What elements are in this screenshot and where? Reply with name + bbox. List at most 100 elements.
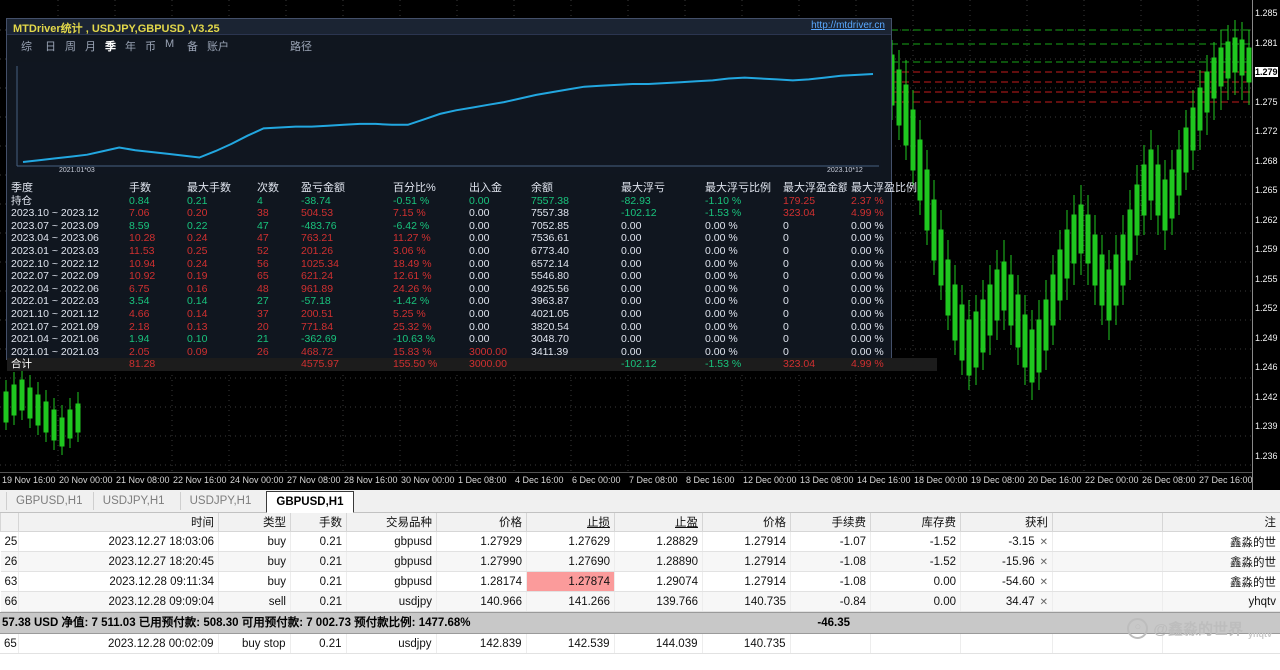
stats-cell: 0.00 %: [851, 219, 884, 232]
stats-col-8[interactable]: 最大浮亏: [617, 182, 701, 195]
table-row[interactable]: 66 2023.12.28 09:09:04 sell 0.21 usdjpy 140.9…: [0, 591, 1280, 612]
mtdriver-stats-panel[interactable]: MTDriver统计 , USDJPY,GBPUSD ,V3.25 http:/…: [6, 18, 937, 371]
stats-col-3[interactable]: 次数: [253, 182, 297, 195]
stats-menu-item-6[interactable]: 币: [145, 38, 156, 54]
terminal-panel[interactable]: GBPUSD,H1 USDJPY,H1 USDJPY,H1 GBPUSD,H1 时间类…: [0, 490, 1280, 670]
pending-orders-body[interactable]: 65 2023.12.28 00:02:09 buy stop 0.21 usdjpy 1…: [0, 634, 1280, 654]
stats-col-5[interactable]: 百分比%: [389, 182, 465, 195]
stats-col-9[interactable]: 最大浮亏比例: [701, 182, 779, 195]
stats-total-cell: [183, 358, 253, 371]
stats-row[interactable]: 2023.10 ~ 2023.12 7.06 0.20 38 504.53 7.15 % 0…: [7, 207, 937, 220]
stats-cell: 0: [783, 232, 789, 245]
trade-cell: 1.27914: [702, 531, 791, 552]
stats-row[interactable]: 2022.04 ~ 2022.06 6.75 0.16 48 961.89 24.26 %…: [7, 283, 937, 296]
stats-menu-item-9[interactable]: 账户: [207, 38, 229, 54]
stats-menu-item-8[interactable]: 备: [187, 38, 198, 54]
trades-col-3[interactable]: 手数: [290, 513, 347, 532]
stats-cell: 4021.05: [531, 307, 569, 320]
stats-col-2[interactable]: 最大手数: [183, 182, 253, 195]
stats-menu-item-3[interactable]: 月: [85, 38, 96, 54]
time-tick: 7 Dec 08:00: [629, 475, 678, 485]
table-row[interactable]: 26 2023.12.27 18:20:45 buy 0.21 gbpusd 1.2799…: [0, 551, 1280, 572]
trades-col-7[interactable]: 止盈: [614, 513, 703, 532]
trades-col-5[interactable]: 价格: [436, 513, 527, 532]
table-row[interactable]: 63 2023.12.28 09:11:34 buy 0.21 gbpusd 1.2817…: [0, 571, 1280, 592]
trades-col-13[interactable]: 注: [1162, 513, 1280, 532]
stats-cell: 24.26 %: [393, 282, 432, 295]
stats-col-11[interactable]: 最大浮盈比例: [847, 182, 937, 195]
stats-cell: 0: [783, 282, 789, 295]
trades-col-1[interactable]: 时间: [18, 513, 219, 532]
stats-row[interactable]: 2023.01 ~ 2023.03 11.53 0.25 52 201.26 3.06 %…: [7, 245, 937, 258]
stats-row[interactable]: 2021.10 ~ 2021.12 4.66 0.14 37 200.51 5.25 % 0…: [7, 308, 937, 321]
trades-table-body[interactable]: 25 2023.12.27 18:03:06 buy 0.21 gbpusd 1.2792…: [0, 531, 1280, 612]
stats-row[interactable]: 2022.07 ~ 2022.09 10.92 0.19 65 621.24 12.61 …: [7, 270, 937, 283]
stats-url-link[interactable]: http://mtdriver.cn: [811, 20, 885, 31]
chart-price-axis[interactable]: 1.285 1.281 1.279 1.275 1.272 1.268 1.265 1.262…: [1252, 0, 1280, 490]
statistics-table[interactable]: 季度 手数 最大手数 次数 盈亏金额 百分比% 出入金 余额 最大浮亏 最大浮亏比例 最大浮盈金额最…: [7, 182, 937, 371]
stats-menu-item-5[interactable]: 年: [125, 38, 136, 54]
stats-cell: 0.00 %: [705, 345, 738, 358]
stats-menu-item-0[interactable]: 综: [21, 38, 32, 54]
price-tick: 1.246: [1255, 362, 1278, 372]
stats-row[interactable]: 2021.01 ~ 2021.03 2.05 0.09 26 468.72 15.83 %…: [7, 346, 937, 359]
trades-col-11[interactable]: 获利: [960, 513, 1053, 532]
stats-col-10[interactable]: 最大浮盈金额: [779, 182, 847, 195]
stats-cell: 21: [257, 333, 269, 346]
trade-cell: [1052, 551, 1163, 572]
stats-menu-item-4[interactable]: 季: [105, 38, 116, 54]
price-tick: 1.285: [1255, 8, 1278, 18]
trades-table[interactable]: 时间 类型 手数 交易品种 价格 止损 止盈 价格 手续费 库存费 获利注 25 2023.12.27…: [0, 513, 1280, 612]
stats-menu-item-1[interactable]: 日: [45, 38, 56, 54]
stats-menu-item-10[interactable]: 路径: [290, 38, 312, 54]
stats-row[interactable]: 2021.04 ~ 2021.06 1.94 0.10 21 -362.69 -10.63…: [7, 333, 937, 346]
balance-summary-text: 57.38 USD 净值: 7 511.03 已用预付款: 508.30 可用预…: [2, 617, 471, 629]
stats-cell: 2.18: [129, 320, 150, 333]
stats-col-6[interactable]: 出入金: [465, 182, 527, 195]
trades-col-9[interactable]: 手续费: [790, 513, 871, 532]
trades-table-header[interactable]: 时间 类型 手数 交易品种 价格 止损 止盈 价格 手续费 库存费 获利注: [0, 513, 1280, 532]
stats-row[interactable]: 持仓 0.84 0.21 4 -38.74 -0.51 % 0.00 7557.38 -82.9…: [7, 195, 937, 208]
stats-col-1[interactable]: 手数: [125, 182, 183, 195]
trades-col-2[interactable]: 类型: [218, 513, 291, 532]
stats-row[interactable]: 2022.01 ~ 2022.03 3.54 0.14 27 -57.18 -1.42 %…: [7, 295, 937, 308]
terminal-tabs[interactable]: GBPUSD,H1 USDJPY,H1 USDJPY,H1 GBPUSD,H1: [0, 490, 1280, 513]
close-position-icon[interactable]: ✕: [1040, 557, 1048, 568]
stats-row[interactable]: 2022.10 ~ 2022.12 10.94 0.24 56 1025.34 18.49…: [7, 258, 937, 271]
close-position-icon[interactable]: ✕: [1040, 577, 1048, 588]
stats-row[interactable]: 2023.07 ~ 2023.09 8.59 0.22 47 -483.76 -6.42 …: [7, 220, 937, 233]
stats-cell: -0.51 %: [393, 194, 430, 207]
pending-orders-table[interactable]: 65 2023.12.28 00:02:09 buy stop 0.21 usdjpy 1…: [0, 634, 1280, 654]
stats-cell: 0.00: [469, 244, 490, 257]
stats-row[interactable]: 2021.07 ~ 2021.09 2.18 0.13 20 771.84 25.32 %…: [7, 321, 937, 334]
pending-order-row[interactable]: 65 2023.12.28 00:02:09 buy stop 0.21 usdjpy 1…: [0, 634, 1280, 654]
statistics-table-body[interactable]: 持仓 0.84 0.21 4 -38.74 -0.51 % 0.00 7557.38 -82.9…: [7, 195, 937, 371]
terminal-tab-2[interactable]: USDJPY,H1: [179, 492, 261, 510]
stats-col-7[interactable]: 余额: [527, 182, 617, 195]
stats-col-4[interactable]: 盈亏金额: [297, 182, 389, 195]
stats-row[interactable]: 2023.04 ~ 2023.06 10.28 0.24 47 763.21 11.27 …: [7, 232, 937, 245]
stats-menu-item-2[interactable]: 周: [65, 38, 76, 54]
stats-cell: 4.66: [129, 307, 150, 320]
trades-col-0[interactable]: [0, 513, 19, 532]
profit-value: 34.47: [1005, 595, 1035, 608]
close-position-icon[interactable]: ✕: [1040, 597, 1048, 608]
trades-col-6[interactable]: 止损: [526, 513, 615, 532]
trades-col-4[interactable]: 交易品种: [346, 513, 437, 532]
stats-menu-bar[interactable]: 综日周月季年币 M 备账户 路径: [7, 35, 891, 55]
close-position-icon[interactable]: ✕: [1040, 537, 1048, 548]
stats-cell: -362.69: [301, 333, 337, 346]
stats-col-0[interactable]: 季度: [7, 182, 125, 195]
trades-col-10[interactable]: 库存费: [870, 513, 961, 532]
trade-cell: -0.84: [790, 591, 871, 612]
stats-cell: -82.93: [621, 194, 651, 207]
stats-menu-item-7[interactable]: M: [165, 38, 174, 50]
terminal-tab-0[interactable]: GBPUSD,H1: [6, 492, 91, 510]
trades-col-8[interactable]: 价格: [702, 513, 791, 532]
table-row[interactable]: 25 2023.12.27 18:03:06 buy 0.21 gbpusd 1.2792…: [0, 531, 1280, 552]
stats-cell: 0.00 %: [705, 307, 738, 320]
terminal-tab-1[interactable]: USDJPY,H1: [92, 492, 174, 510]
terminal-tab-3[interactable]: GBPUSD,H1: [266, 491, 354, 513]
trades-col-12[interactable]: [1052, 513, 1163, 532]
time-tick: 20 Nov 00:00: [59, 475, 113, 485]
